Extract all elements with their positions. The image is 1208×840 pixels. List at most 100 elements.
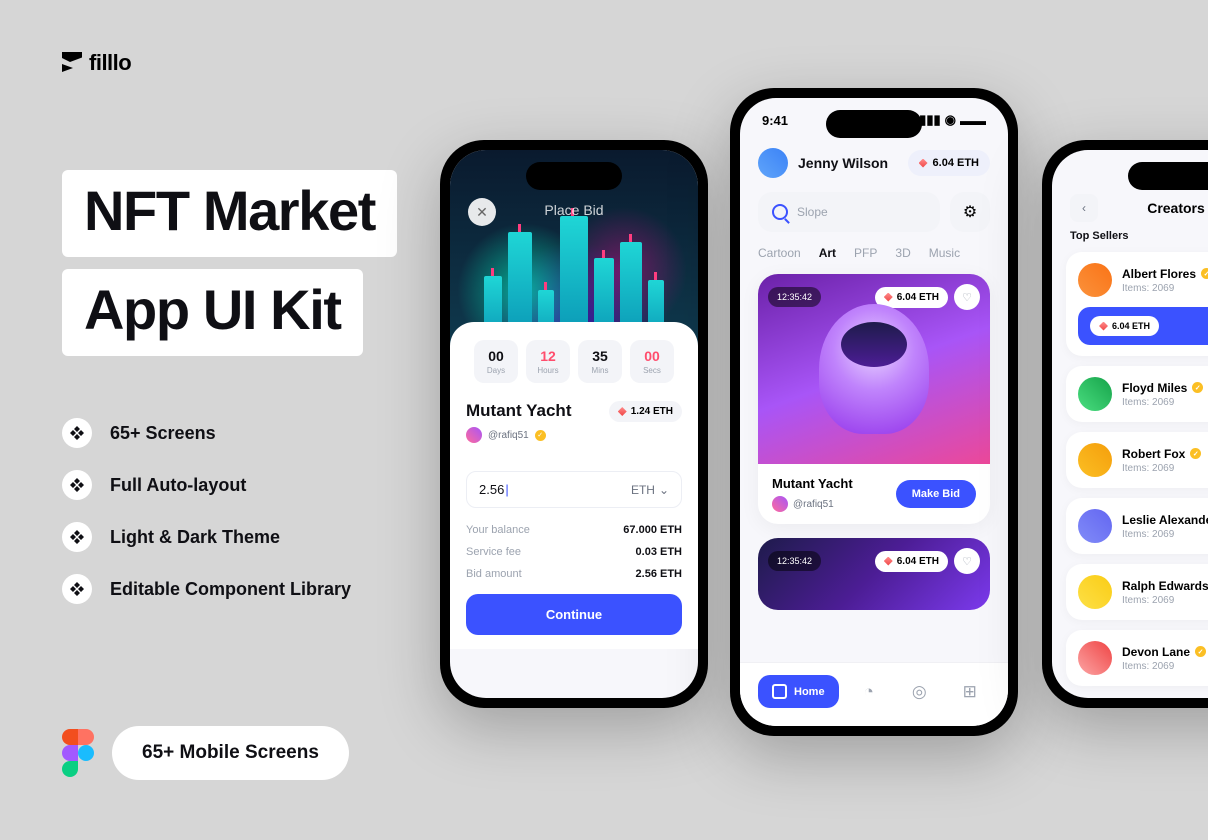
nft-art-astronaut [819, 304, 929, 434]
seller-item[interactable]: Devon Lane✓ Items: 2069 [1066, 630, 1208, 686]
verified-icon: ✓ [535, 430, 546, 441]
screens-count-pill: 65+ Mobile Screens [112, 726, 349, 780]
countdown-mins: 35 [588, 348, 612, 364]
seller-avatar [1078, 377, 1112, 411]
make-bid-button[interactable]: Make Bid [896, 480, 976, 508]
feature-item: Editable Component Library [62, 574, 351, 604]
seller-expanded: 6.04 ETH [1078, 307, 1208, 345]
countdown-hours: 12 [536, 348, 560, 364]
phone-notch [826, 110, 922, 138]
brand-name: filllo [89, 50, 131, 76]
back-button[interactable]: ‹ [1070, 194, 1098, 222]
brand-logo: filllo [62, 50, 131, 76]
creator-avatar [466, 427, 482, 443]
feature-text: Editable Component Library [110, 579, 351, 600]
bid-amount-label: Bid amount [466, 568, 522, 580]
sliders-icon: ⚙ [963, 202, 977, 222]
nav-home[interactable]: Home [758, 675, 839, 708]
figma-row: 65+ Mobile Screens [62, 726, 349, 780]
section-title: Top Sellers [1052, 230, 1208, 252]
feature-item: Light & Dark Theme [62, 522, 351, 552]
screen-title: Place Bid [544, 202, 603, 218]
eth-icon [919, 159, 928, 168]
nft-card-title: Mutant Yacht [772, 476, 853, 491]
tab-art[interactable]: Art [819, 246, 836, 260]
hero-line-2: App UI Kit [84, 277, 341, 342]
home-icon [772, 684, 787, 699]
currency-select[interactable]: ETH ⌄ [631, 483, 669, 497]
eth-icon [884, 293, 893, 302]
screen-title: Creators [1147, 200, 1205, 216]
feature-item: Full Auto-layout [62, 470, 351, 500]
nav-apps[interactable]: ⊞ [950, 682, 990, 702]
seller-item[interactable]: Robert Fox✓ Items: 2069 [1066, 432, 1208, 488]
tab-pfp[interactable]: PFP [854, 246, 877, 260]
auction-timer: 12:35:42 [768, 287, 821, 307]
feature-text: 65+ Screens [110, 423, 216, 444]
feature-item: 65+ Screens [62, 418, 351, 448]
seller-balance: 6.04 ETH [1090, 316, 1159, 336]
verified-icon: ✓ [1190, 448, 1201, 459]
feature-bullet-icon [62, 470, 92, 500]
balance-label: Your balance [466, 524, 530, 536]
phone-home: 9:41 ▮▮▮▮ ◉ ▬▬ Jenny Wilson 6.04 ETH Slo… [730, 88, 1018, 736]
seller-list: Albert Flores✓ Items: 2069 6.04 ETH Floy… [1052, 252, 1208, 686]
price-badge: 1.24 ETH [609, 401, 682, 422]
search-icon [772, 204, 788, 220]
feature-list: 65+ Screens Full Auto-layout Light & Dar… [62, 418, 351, 604]
service-fee-value: 0.03 ETH [636, 546, 682, 558]
feature-bullet-icon [62, 522, 92, 552]
nft-card[interactable]: 12:35:42 6.04 ETH ♡ Mutant Yacht @rafiq5… [758, 274, 990, 524]
nav-explore[interactable]: ◔ [849, 682, 889, 702]
tab-3d[interactable]: 3D [895, 246, 910, 260]
battery-icon: ▬▬ [960, 113, 986, 128]
verified-icon: ✓ [1192, 382, 1203, 393]
verified-icon: ✓ [1195, 646, 1206, 657]
wallet-balance[interactable]: 6.04 ETH [908, 150, 990, 176]
user-avatar [758, 148, 788, 178]
eth-icon [884, 557, 893, 566]
verified-icon: ✓ [1201, 268, 1208, 279]
eth-icon [1099, 322, 1108, 331]
search-input[interactable]: Slope [758, 192, 940, 232]
user-profile[interactable]: Jenny Wilson [758, 148, 888, 178]
bid-amount-input[interactable]: 2.56 ETH ⌄ [466, 471, 682, 508]
favorite-button[interactable]: ♡ [954, 548, 980, 574]
auction-timer: 12:35:42 [768, 551, 821, 571]
tab-music[interactable]: Music [929, 246, 960, 260]
seller-avatar [1078, 509, 1112, 543]
price-chip: 6.04 ETH [875, 551, 948, 572]
hero-line-1: NFT Market [84, 178, 375, 243]
seller-item[interactable]: Leslie Alexander✓ Items: 2069 [1066, 498, 1208, 554]
nft-card[interactable]: 12:35:42 6.04 ETH ♡ [758, 538, 990, 610]
seller-item[interactable]: Floyd Miles✓ Items: 2069 [1066, 366, 1208, 422]
countdown-timer: 00Days 12Hours 35Mins 00Secs [466, 340, 682, 383]
filter-button[interactable]: ⚙ [950, 192, 990, 232]
feature-bullet-icon [62, 574, 92, 604]
seller-avatar [1078, 575, 1112, 609]
countdown-secs: 00 [640, 348, 664, 364]
nft-creator[interactable]: @rafiq51 ✓ [466, 427, 571, 443]
nav-profile[interactable]: ◎ [899, 682, 939, 702]
close-button[interactable]: ✕ [468, 198, 496, 226]
chevron-down-icon: ⌄ [659, 483, 669, 497]
phone-creators: ‹ Creators Top Sellers Albert Flores✓ It… [1042, 140, 1208, 708]
seller-item[interactable]: Ralph Edwards✓ Items: 2069 [1066, 564, 1208, 620]
figma-icon [62, 729, 94, 777]
seller-avatar [1078, 641, 1112, 675]
status-time: 9:41 [762, 113, 788, 128]
nft-title: Mutant Yacht [466, 401, 571, 421]
bid-amount-value: 2.56 ETH [636, 568, 682, 580]
nft-image: 12:35:42 6.04 ETH ♡ [758, 274, 990, 464]
continue-button[interactable]: Continue [466, 594, 682, 635]
user-name: Jenny Wilson [798, 155, 888, 171]
countdown-days: 00 [484, 348, 508, 364]
balance-value: 67.000 ETH [623, 524, 682, 536]
service-fee-label: Service fee [466, 546, 521, 558]
favorite-button[interactable]: ♡ [954, 284, 980, 310]
feature-bullet-icon [62, 418, 92, 448]
tab-cartoon[interactable]: Cartoon [758, 246, 801, 260]
phone-notch [1128, 162, 1208, 190]
hero-title: NFT Market App UI Kit [62, 170, 397, 368]
seller-item[interactable]: Albert Flores✓ Items: 2069 6.04 ETH [1066, 252, 1208, 356]
